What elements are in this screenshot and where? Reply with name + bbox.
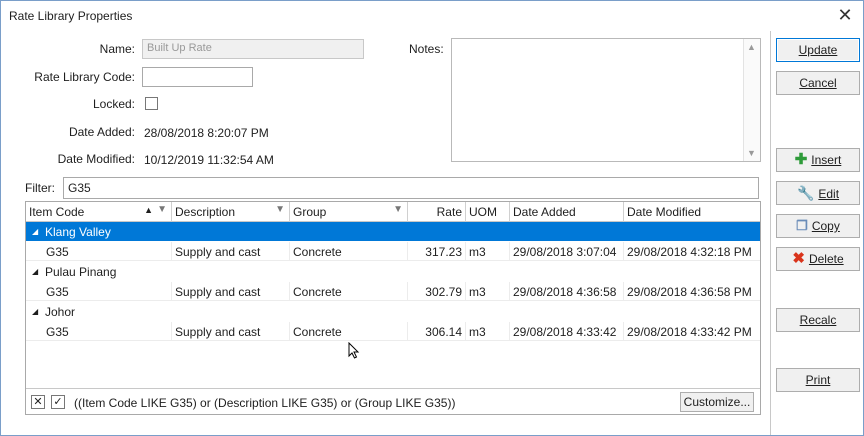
table-row[interactable]: G35 Supply and cast Concrete 306.14 m3 2… (26, 322, 760, 341)
print-button[interactable]: Print (776, 368, 860, 392)
item-code-cell: G35 (26, 322, 172, 341)
cancel-button-label: Cancel (799, 76, 837, 90)
group-cell: Concrete (290, 242, 408, 261)
filter-enabled-checkbox[interactable]: ✓ (51, 395, 65, 409)
edit-button[interactable]: 🔧 Edit (776, 181, 860, 205)
right-panel-divider (770, 31, 771, 435)
name-label: Name: (99, 42, 135, 56)
column-header-label: Group (293, 205, 327, 219)
description-cell: Supply and cast (172, 322, 290, 341)
delete-button[interactable]: ✖ Delete (776, 247, 860, 271)
date-added-value: 28/08/2018 8:20:07 PM (144, 126, 269, 140)
column-header-label: Item Code (29, 205, 85, 219)
filter-input[interactable]: G35 (63, 177, 759, 199)
name-field: Built Up Rate (142, 39, 364, 59)
item-code-cell: G35 (26, 242, 172, 261)
filter-label: Filter: (25, 181, 55, 195)
column-header-date-modified[interactable]: Date Modified (624, 202, 760, 222)
filter-panel: ✕ ✓ ((Item Code LIKE G35) or (Descriptio… (26, 388, 760, 414)
cancel-button[interactable]: Cancel (776, 71, 860, 95)
column-header-item-code[interactable]: Item Code ▲ ▼ (26, 202, 172, 222)
clear-filter-icon[interactable]: ✕ (31, 395, 45, 409)
filter-funnel-icon[interactable]: ▼ (275, 204, 285, 215)
notes-label: Notes: (409, 42, 444, 56)
column-header-description[interactable]: Description ▼ (172, 202, 290, 222)
print-button-label: Print (805, 373, 831, 387)
date-modified-cell: 29/08/2018 4:33:42 PM (627, 325, 752, 339)
description-cell: Supply and cast (172, 282, 290, 301)
copy-button[interactable]: ❐ Copy (776, 214, 860, 238)
rate-library-properties-dialog: Rate Library Properties ✕ Name: Built Up… (0, 0, 864, 436)
update-button[interactable]: Update (776, 38, 860, 62)
group-cell: Concrete (290, 282, 408, 301)
date-modified-value: 10/12/2019 11:32:54 AM (144, 153, 274, 167)
table-row[interactable]: G35 Supply and cast Concrete 302.79 m3 2… (26, 282, 760, 301)
group-row[interactable]: ◢ Pulau Pinang (26, 262, 760, 281)
recalc-button[interactable]: Recalc (776, 308, 860, 332)
rates-grid: Item Code ▲ ▼ Description ▼ Group ▼ Rate… (25, 201, 761, 415)
recalc-button-label: Recalc (799, 313, 837, 327)
wrench-icon: 🔧 (796, 185, 815, 201)
insert-button[interactable]: ✚ Insert (776, 148, 860, 172)
table-row[interactable]: G35 Supply and cast Concrete 317.23 m3 2… (26, 242, 760, 261)
item-code-cell: G35 (26, 282, 172, 301)
filter-funnel-icon[interactable]: ▼ (393, 204, 403, 215)
uom-cell: m3 (466, 242, 510, 261)
date-modified-cell: 29/08/2018 4:36:58 PM (627, 285, 752, 299)
rate-cell: 317.23 (408, 242, 466, 261)
date-added-cell: 29/08/2018 4:33:42 (510, 322, 624, 341)
sort-ascending-icon: ▲ (144, 205, 153, 215)
notes-textarea[interactable]: ▲ ▼ (451, 38, 761, 162)
date-added-label: Date Added: (68, 125, 135, 139)
date-added-cell: 29/08/2018 4:36:58 (510, 282, 624, 301)
group-row[interactable]: ◢ Klang Valley (26, 222, 760, 241)
rate-library-code-label: Rate Library Code: (34, 70, 135, 84)
insert-button-label: Insert (811, 153, 842, 167)
collapse-triangle-icon[interactable]: ◢ (32, 307, 38, 316)
group-name: Johor (45, 305, 76, 319)
locked-label: Locked: (92, 97, 135, 111)
filter-expression: ((Item Code LIKE G35) or (Description LI… (74, 396, 456, 410)
scroll-up-icon[interactable]: ▲ (747, 42, 756, 52)
update-button-label: Update (798, 43, 838, 57)
scroll-down-icon[interactable]: ▼ (747, 148, 756, 158)
group-cell: Concrete (290, 322, 408, 341)
copy-button-label: Copy (811, 219, 840, 233)
title-bar: Rate Library Properties ✕ (1, 1, 863, 31)
column-header-label: Description (175, 205, 236, 219)
group-row[interactable]: ◢ Johor (26, 302, 760, 321)
edit-button-label: Edit (818, 187, 840, 201)
copy-icon: ❐ (796, 218, 808, 233)
locked-checkbox[interactable] (145, 97, 158, 110)
group-name: Pulau Pinang (45, 265, 117, 279)
filter-funnel-icon[interactable]: ▼ (157, 204, 167, 215)
rate-cell: 306.14 (408, 322, 466, 341)
collapse-triangle-icon[interactable]: ◢ (32, 227, 38, 236)
plus-icon: ✚ (794, 151, 808, 168)
group-name: Klang Valley (45, 225, 111, 239)
date-modified-label: Date Modified: (57, 152, 135, 166)
customize-button[interactable]: Customize... (680, 392, 754, 412)
uom-cell: m3 (466, 282, 510, 301)
delete-button-label: Delete (808, 252, 844, 266)
date-added-cell: 29/08/2018 3:07:04 (510, 242, 624, 261)
column-header-rate[interactable]: Rate (408, 202, 466, 222)
rate-library-code-field[interactable] (142, 67, 253, 87)
date-modified-cell: 29/08/2018 4:32:18 PM (627, 245, 752, 259)
uom-cell: m3 (466, 322, 510, 341)
collapse-triangle-icon[interactable]: ◢ (32, 267, 38, 276)
column-header-uom[interactable]: UOM (466, 202, 510, 222)
rate-cell: 302.79 (408, 282, 466, 301)
mouse-cursor-icon (348, 342, 360, 359)
delete-x-icon: ✖ (792, 250, 805, 267)
description-cell: Supply and cast (172, 242, 290, 261)
column-header-group[interactable]: Group ▼ (290, 202, 408, 222)
window-title: Rate Library Properties (9, 9, 133, 23)
close-icon[interactable]: ✕ (835, 5, 855, 25)
notes-scrollbar[interactable]: ▲ ▼ (743, 39, 760, 161)
column-header-date-added[interactable]: Date Added (510, 202, 624, 222)
